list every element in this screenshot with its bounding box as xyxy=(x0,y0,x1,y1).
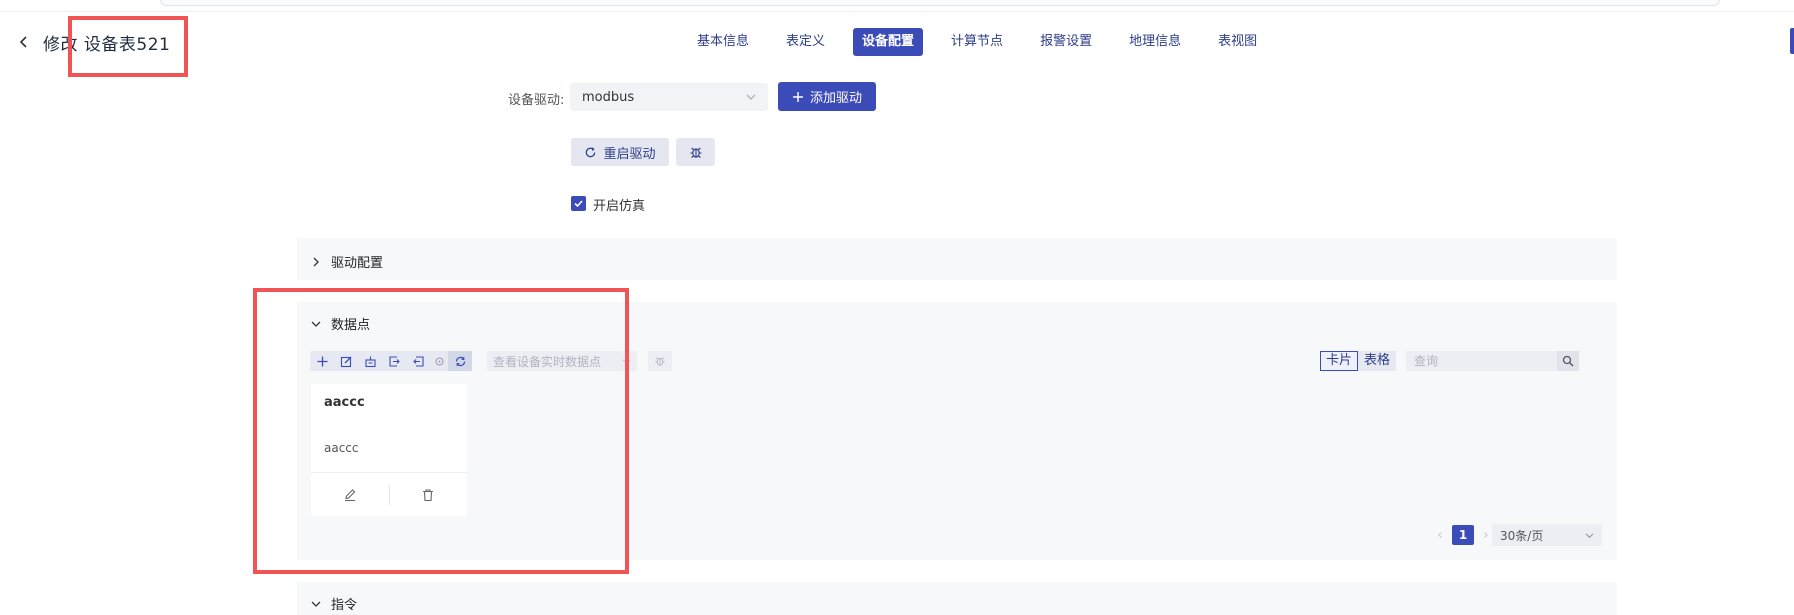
address-bar-edge xyxy=(160,0,1720,6)
debug-button[interactable] xyxy=(676,138,715,166)
browser-top-edge xyxy=(0,0,1794,12)
search-icon xyxy=(1562,355,1574,367)
simulate-label: 开启仿真 xyxy=(593,199,646,214)
tab-device-config[interactable]: 设备配置 xyxy=(853,28,924,56)
tab-alarm-settings[interactable]: 报警设置 xyxy=(1031,28,1101,56)
page-number-current[interactable]: 1 xyxy=(1452,525,1474,545)
pagination: ‹ 1 › xyxy=(1432,524,1494,546)
commands-panel: 指令 xyxy=(297,582,1617,615)
commands-title: 指令 xyxy=(331,598,358,613)
driver-label: 设备驱动: xyxy=(508,93,565,108)
view-table-button[interactable]: 表格 xyxy=(1358,351,1397,371)
chevron-down-icon xyxy=(746,94,756,100)
search-button[interactable] xyxy=(1557,351,1579,371)
refresh-icon xyxy=(586,146,596,157)
tab-table-definition[interactable]: 表定义 xyxy=(777,28,834,56)
chevron-right-icon xyxy=(313,257,319,266)
driver-config-header[interactable]: 驱动配置 xyxy=(311,252,383,271)
page-size-value: 30条/页 xyxy=(1500,528,1544,543)
tab-table-view[interactable]: 表视图 xyxy=(1209,28,1266,56)
chevron-down-icon xyxy=(1585,532,1594,538)
restart-driver-button[interactable]: 重启驱动 xyxy=(571,138,669,166)
app-root: 修改 设备表521 基本信息 表定义 设备配置 计算节点 报警设置 地理信息 表… xyxy=(0,0,1794,615)
search-input[interactable] xyxy=(1406,354,1556,368)
view-card-button[interactable]: 卡片 xyxy=(1320,351,1359,371)
simulate-checkbox[interactable] xyxy=(571,196,586,211)
tab-basic-info[interactable]: 基本信息 xyxy=(688,28,758,56)
page-size-select[interactable]: 30条/页 xyxy=(1492,524,1602,546)
data-points-annotation-box xyxy=(253,288,629,574)
plus-icon xyxy=(792,91,803,102)
restart-driver-label: 重启驱动 xyxy=(603,146,656,162)
back-arrow-icon xyxy=(19,36,27,48)
driver-select-value: modbus xyxy=(582,89,635,105)
view-toggle: 卡片 表格 xyxy=(1320,351,1397,371)
bug-icon xyxy=(655,357,665,366)
search-box xyxy=(1406,351,1579,371)
tab-bar: 基本信息 表定义 设备配置 计算节点 报警设置 地理信息 表视图 xyxy=(688,28,1285,56)
prev-page-button[interactable]: ‹ xyxy=(1432,525,1448,545)
bug-icon xyxy=(690,147,701,158)
points-debug-button[interactable] xyxy=(648,351,672,371)
driver-config-panel: 驱动配置 xyxy=(297,238,1617,280)
add-driver-label: 添加驱动 xyxy=(809,91,862,106)
tab-compute-node[interactable]: 计算节点 xyxy=(942,28,1012,56)
chevron-down-icon xyxy=(311,601,321,607)
right-edge-button[interactable] xyxy=(1790,28,1794,54)
tab-geo-info[interactable]: 地理信息 xyxy=(1120,28,1190,56)
add-driver-button[interactable]: 添加驱动 xyxy=(778,82,876,111)
title-annotation-box xyxy=(68,16,188,77)
driver-config-title: 驱动配置 xyxy=(331,256,384,271)
driver-select[interactable]: modbus xyxy=(570,83,768,111)
back-button[interactable] xyxy=(14,30,34,54)
commands-header[interactable]: 指令 xyxy=(311,594,357,613)
checkmark-icon xyxy=(574,200,583,208)
